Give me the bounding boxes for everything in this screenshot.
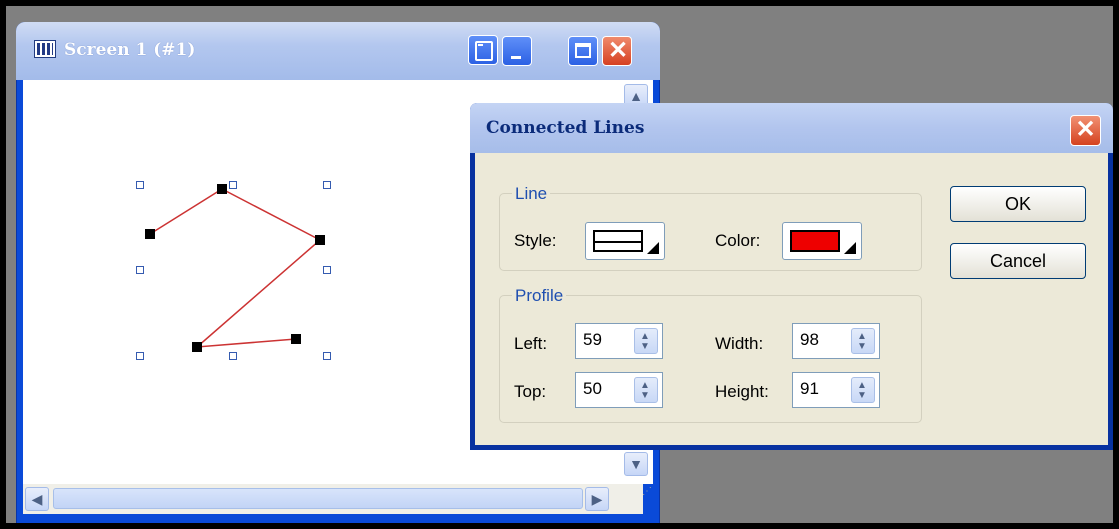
height-label: Height: [715,382,769,401]
dropdown-arrow-icon [647,242,659,254]
dialog-body: Line Style: Color: Profile Left: 59 ▲ ▼ W… [475,153,1108,445]
top-spin-buttons[interactable]: ▲ ▼ [634,377,658,403]
scroll-right-button[interactable]: ▶ [585,487,609,511]
chevron-right-icon: ▶ [591,491,603,507]
width-spin-buttons[interactable]: ▲ ▼ [851,328,875,354]
vertex-handle[interactable] [192,342,202,352]
minimize-icon [511,56,521,59]
ok-button[interactable]: OK [950,186,1086,222]
width-spinbox[interactable]: 98 ▲ ▼ [792,323,880,359]
vertex-handle[interactable] [217,184,227,194]
style-picker[interactable] [585,222,665,260]
profile-group-label: Profile [512,286,567,306]
line-group-label: Line [512,184,551,204]
top-value[interactable]: 50 [583,379,602,399]
height-spinbox[interactable]: 91 ▲ ▼ [792,372,880,408]
screen-window-title: Screen 1 (#1) [64,40,196,60]
left-label: Left: [514,334,548,353]
height-value[interactable]: 91 [800,379,819,399]
cancel-button[interactable]: Cancel [950,243,1086,279]
connected-lines-path[interactable] [149,188,322,348]
vertex-handle[interactable] [315,235,325,245]
profile-group: Profile Left: 59 ▲ ▼ Width: 98 ▲ ▼ Top: 50… [499,286,922,423]
left-value[interactable]: 59 [583,330,602,350]
close-icon: ✕ [1075,116,1096,143]
resize-handle[interactable] [323,352,331,360]
maximize-icon [575,43,591,58]
dialog-close-button[interactable]: ✕ [1070,115,1101,146]
left-spinbox[interactable]: 59 ▲ ▼ [575,323,663,359]
resize-handle[interactable] [136,352,144,360]
close-icon: ✕ [607,37,629,64]
connected-lines-dialog: Connected Lines ✕ Line Style: Color: Pro… [470,103,1113,450]
dialog-titlebar[interactable]: Connected Lines ✕ [470,103,1113,153]
left-spin-buttons[interactable]: ▲ ▼ [634,328,658,354]
spin-down-icon: ▼ [857,341,867,352]
vertex-handle[interactable] [291,334,301,344]
resize-handle[interactable] [323,266,331,274]
spin-down-icon: ▼ [640,390,650,401]
top-label: Top: [514,382,547,401]
screen-window-titlebar[interactable]: Screen 1 (#1) ✕ [16,22,660,80]
chevron-up-icon: ▲ [629,88,643,104]
style-label: Style: [514,231,557,250]
color-label: Color: [715,231,761,250]
dropdown-arrow-icon [844,242,856,254]
horizontal-scroll-thumb[interactable] [53,488,583,509]
scroll-down-button[interactable]: ▼ [624,452,648,476]
line-style-preview [593,230,643,252]
resize-handle[interactable] [136,181,144,189]
restore-button[interactable] [468,35,498,65]
resize-handle[interactable] [229,352,237,360]
restore-icon [475,41,493,61]
resize-handle[interactable] [229,181,237,189]
vertex-handle[interactable] [145,229,155,239]
width-value[interactable]: 98 [800,330,819,350]
close-button[interactable]: ✕ [602,36,632,66]
minimize-button[interactable] [502,36,532,66]
maximize-button[interactable] [568,36,598,66]
resize-handle[interactable] [136,266,144,274]
chevron-left-icon: ◀ [31,491,43,507]
top-spinbox[interactable]: 50 ▲ ▼ [575,372,663,408]
horizontal-scrollbar[interactable]: ◀ ▶ [23,484,643,514]
line-group: Line Style: Color: [499,184,922,271]
resize-grip-icon[interactable]: ⋰ [642,487,654,511]
height-spin-buttons[interactable]: ▲ ▼ [851,377,875,403]
color-swatch [790,230,840,252]
dialog-title: Connected Lines [486,118,645,138]
spin-down-icon: ▼ [857,390,867,401]
window-grid-icon [34,40,56,58]
chevron-down-icon: ▼ [629,456,643,472]
width-label: Width: [715,334,764,353]
scroll-left-button[interactable]: ◀ [25,487,49,511]
color-picker[interactable] [782,222,862,260]
spin-down-icon: ▼ [640,341,650,352]
resize-handle[interactable] [323,181,331,189]
